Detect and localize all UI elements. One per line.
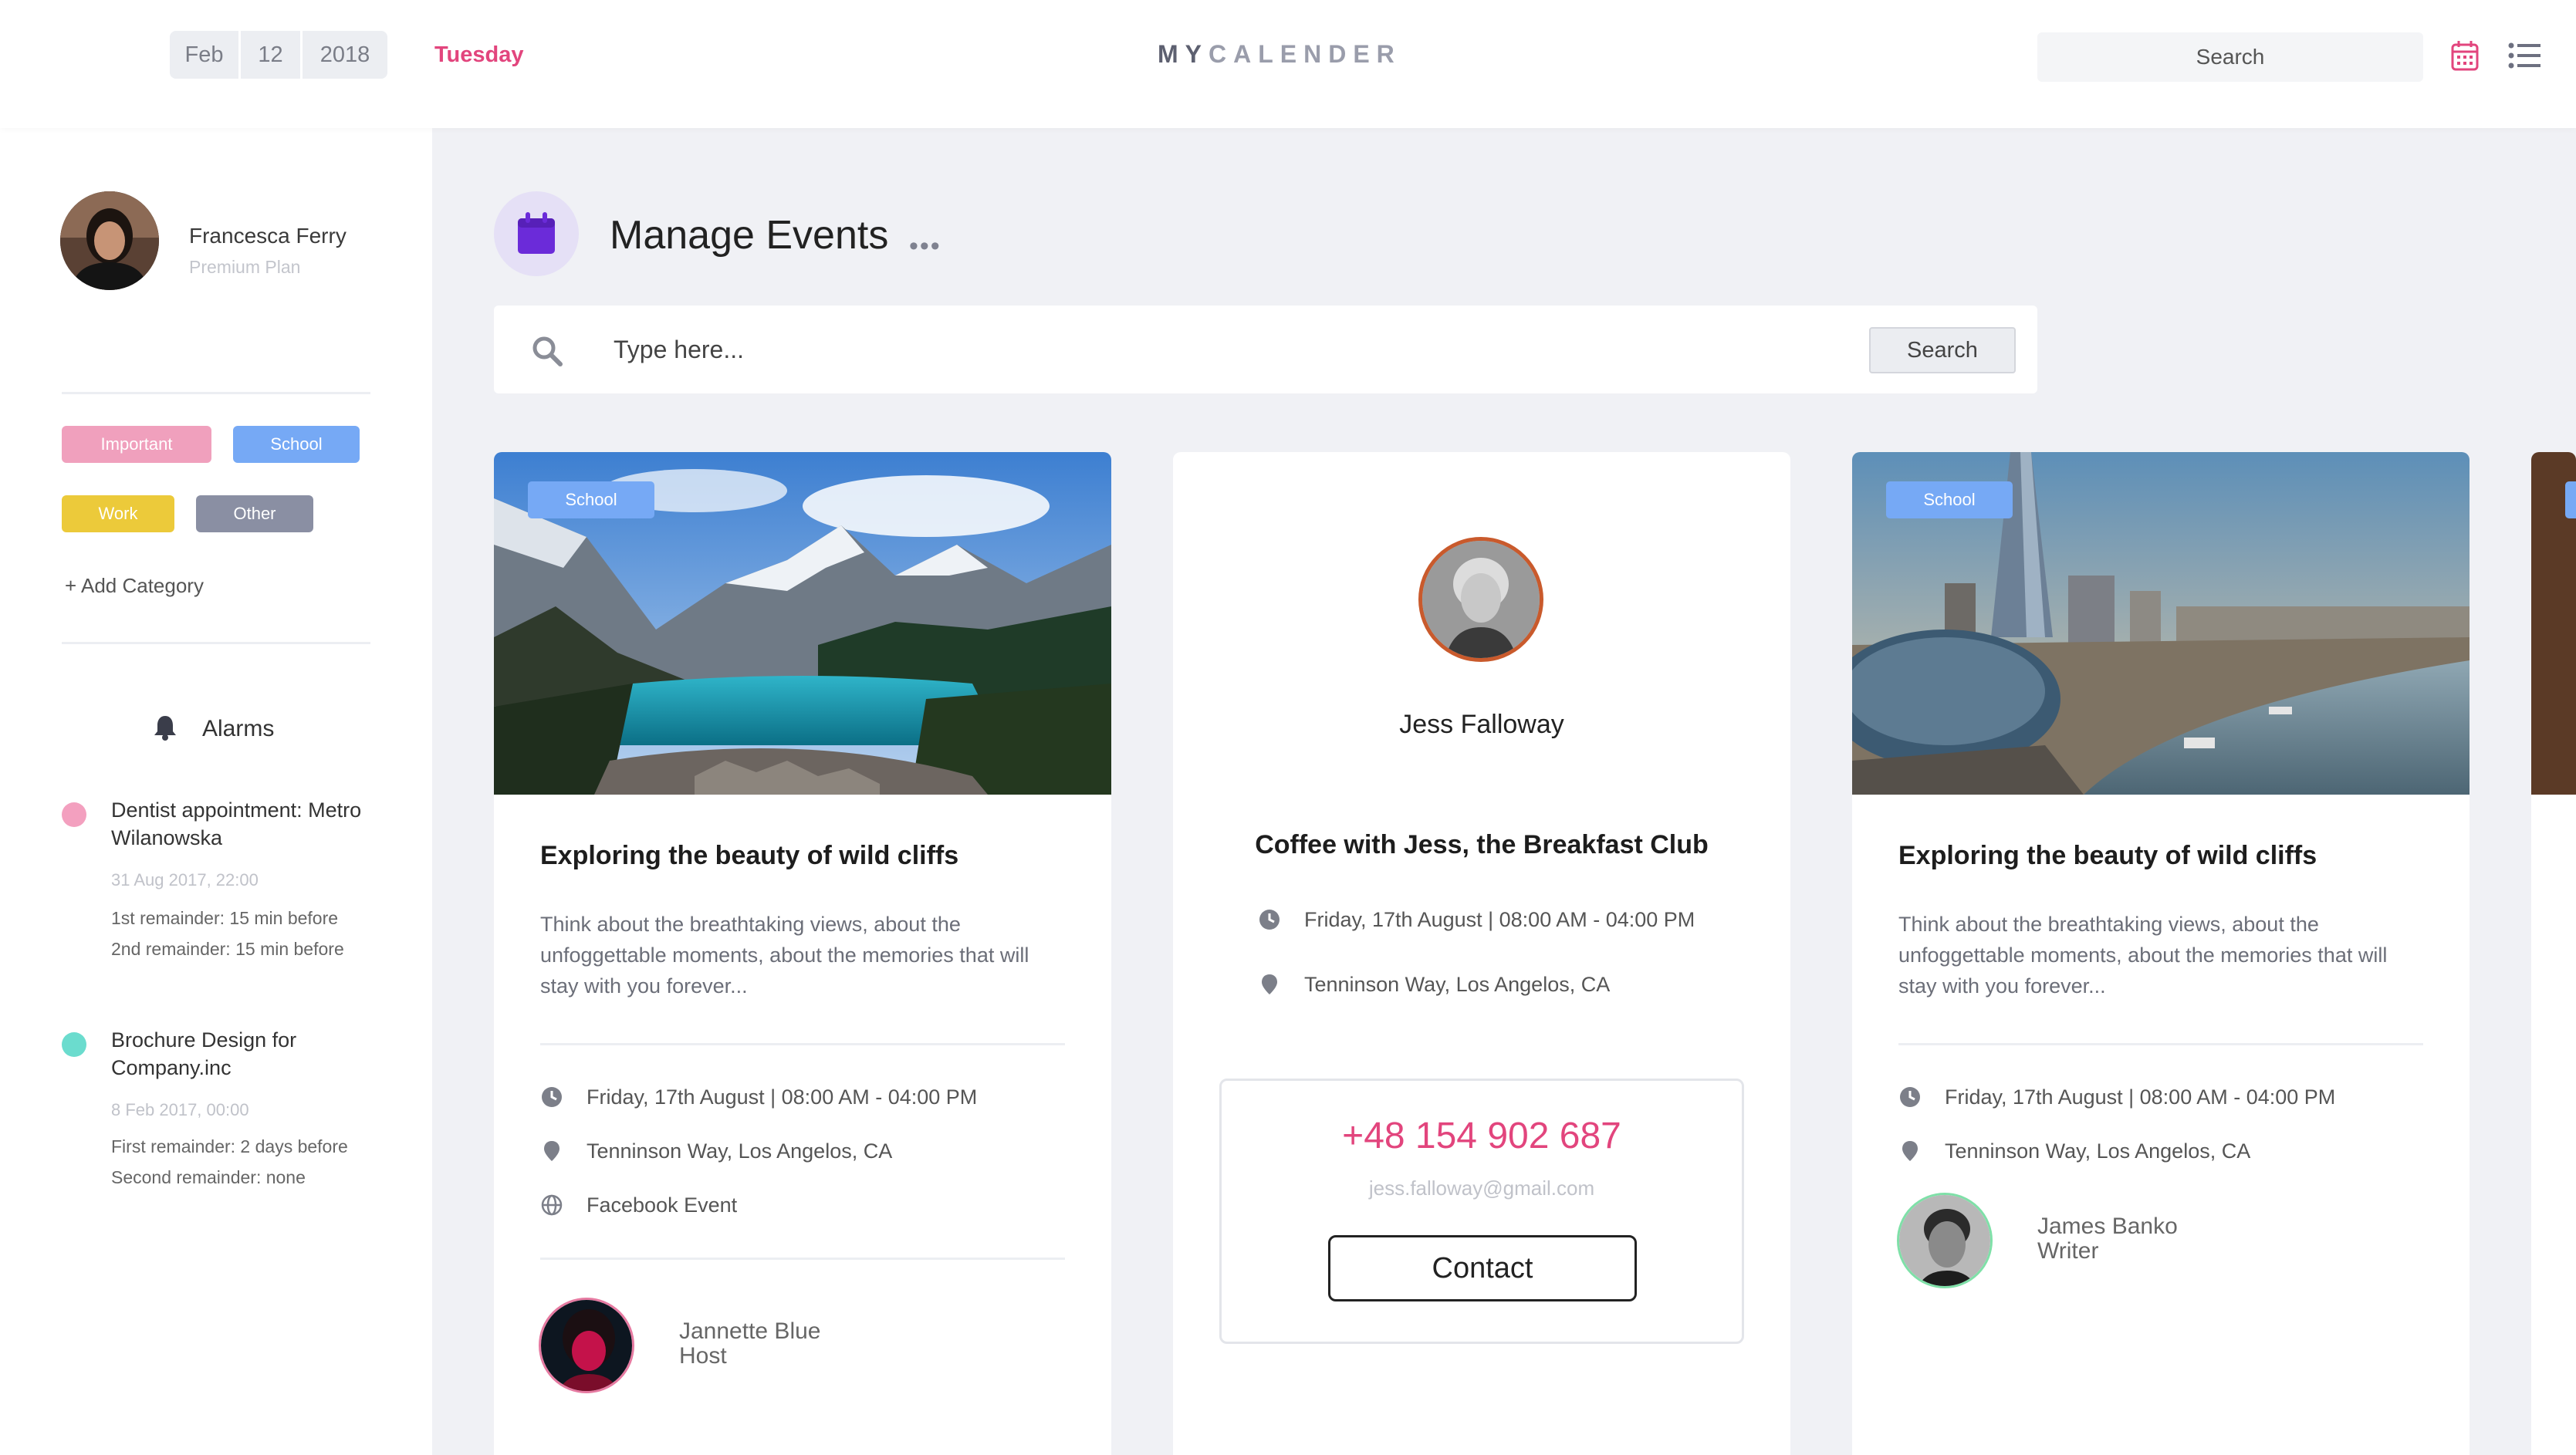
bell-icon (154, 716, 176, 741)
location-pin-icon (1262, 974, 1277, 994)
card-divider (540, 1258, 1065, 1260)
contact-button[interactable]: Contact (1328, 1235, 1637, 1301)
contact-box: +48 154 902 687 jess.falloway@gmail.com … (1219, 1079, 1744, 1344)
event-location: Tenninson Way, Los Angelos, CA (1304, 972, 1611, 996)
event-location-row: Tenninson Way, Los Angelos, CA (1898, 1136, 2250, 1166)
search-button[interactable]: Search (1869, 327, 2016, 373)
alarm-title[interactable]: Dentist appointment: Metro Wilanowska (111, 796, 374, 852)
location-pin-icon (544, 1141, 559, 1161)
category-important[interactable]: Important (62, 426, 211, 463)
contact-name: Jess Falloway (1399, 710, 1564, 739)
event-card[interactable]: School Exploring the beauty of wild clif… (494, 452, 1111, 1455)
category-tag[interactable]: School (528, 481, 654, 518)
host-avatar[interactable] (539, 1298, 634, 1393)
top-bar: Feb 12 2018 Tuesday MYCALENDER Search (0, 0, 2576, 128)
event-location-row: Tenninson Way, Los Angelos, CA (1258, 969, 1610, 1000)
header-search-box[interactable]: Search (2037, 32, 2423, 82)
manage-events-badge (494, 191, 579, 276)
clock-icon (542, 1087, 562, 1107)
page-title: Manage Events (610, 213, 889, 258)
event-time-row: Friday, 17th August | 08:00 AM - 04:00 P… (1258, 904, 1695, 935)
alarm-reminder: Second remainder: none (111, 1167, 306, 1187)
add-category-link[interactable]: + Add Category (65, 574, 204, 598)
calendar-icon[interactable] (2451, 40, 2479, 71)
event-title[interactable]: Exploring the beauty of wild cliffs (1898, 841, 2317, 871)
event-description: Think about the breathtaking views, abou… (540, 913, 1029, 998)
event-time: Friday, 17th August | 08:00 AM - 04:00 P… (587, 1085, 978, 1109)
host-role: Host (679, 1343, 727, 1369)
calendar-icon (518, 212, 555, 254)
event-search-bar: Search (494, 306, 2037, 393)
alarms-title: Alarms (202, 716, 275, 741)
contact-email[interactable]: jess.falloway@gmail.com (1222, 1176, 1742, 1200)
sidebar-divider (62, 642, 370, 644)
event-title[interactable]: Coffee with Jess, the Breakfast Club (1173, 830, 1790, 860)
location-pin-icon (1902, 1141, 1918, 1161)
sidebar-divider (62, 392, 370, 394)
card-divider (1898, 1043, 2423, 1045)
list-icon[interactable] (2508, 42, 2541, 69)
contact-card[interactable]: Jess Falloway Coffee with Jess, the Brea… (1173, 452, 1790, 1455)
alarm-reminder: First remainder: 2 days before (111, 1136, 348, 1156)
clock-icon (1900, 1087, 1920, 1107)
event-location-row: Tenninson Way, Los Angelos, CA (540, 1136, 892, 1166)
event-image: School (494, 452, 1111, 795)
alarm-dot (62, 1032, 86, 1057)
event-card-partial[interactable] (2531, 452, 2576, 1455)
writer-name: James Banko (2037, 1214, 2178, 1239)
event-location: Tenninson Way, Los Angelos, CA (1945, 1139, 2251, 1163)
brand-light: CALENDER (1209, 40, 1401, 68)
more-options-button[interactable]: ••• (909, 231, 941, 262)
day-field[interactable]: 12 (241, 31, 303, 79)
category-other[interactable]: Other (196, 495, 313, 532)
month-field[interactable]: Feb (170, 31, 241, 79)
user-name: Francesca Ferry (189, 224, 347, 248)
event-link[interactable]: Facebook Event (587, 1193, 737, 1217)
clock-icon (1259, 910, 1280, 930)
category-tag[interactable]: School (1886, 481, 2013, 518)
search-input[interactable] (614, 306, 1540, 393)
category-tag[interactable] (2565, 481, 2576, 518)
globe-icon (541, 1194, 563, 1216)
event-time-row: Friday, 17th August | 08:00 AM - 04:00 P… (1898, 1082, 2335, 1112)
date-selector[interactable]: Feb 12 2018 (170, 31, 387, 79)
contact-avatar[interactable] (1418, 537, 1543, 662)
brand-bold: MY (1158, 40, 1209, 68)
event-title[interactable]: Exploring the beauty of wild cliffs (540, 841, 958, 871)
search-icon (532, 336, 563, 366)
app-logo: MYCALENDER (1158, 40, 1401, 69)
category-school[interactable]: School (233, 426, 360, 463)
event-location: Tenninson Way, Los Angelos, CA (587, 1139, 893, 1163)
card-divider (540, 1043, 1065, 1045)
host-name: Jannette Blue (679, 1318, 821, 1344)
weekday-label: Tuesday (434, 42, 524, 67)
event-description: Think about the breathtaking views, abou… (1898, 913, 2388, 998)
event-time-row: Friday, 17th August | 08:00 AM - 04:00 P… (540, 1082, 977, 1112)
writer-role: Writer (2037, 1238, 2099, 1264)
alarm-title[interactable]: Brochure Design for Company.inc (111, 1026, 374, 1082)
event-time: Friday, 17th August | 08:00 AM - 04:00 P… (1945, 1085, 2336, 1109)
category-work[interactable]: Work (62, 495, 174, 532)
event-link-row[interactable]: Facebook Event (540, 1190, 737, 1220)
event-image: School (1852, 452, 2470, 795)
writer-avatar[interactable] (1897, 1193, 1993, 1288)
alarm-reminder: 2nd remainder: 15 min before (111, 939, 344, 959)
alarm-dot (62, 802, 86, 827)
alarm-reminder: 1st remainder: 15 min before (111, 908, 339, 928)
user-avatar[interactable] (60, 191, 159, 290)
contact-phone[interactable]: +48 154 902 687 (1222, 1115, 1742, 1157)
alarm-date: 8 Feb 2017, 00:00 (111, 1100, 249, 1119)
year-field[interactable]: 2018 (303, 31, 387, 79)
sidebar: Francesca Ferry Premium Plan Important S… (0, 128, 432, 1455)
user-plan: Premium Plan (189, 257, 301, 277)
event-card[interactable]: School Exploring the beauty of wild clif… (1852, 452, 2470, 1455)
alarm-date: 31 Aug 2017, 22:00 (111, 870, 259, 890)
event-time: Friday, 17th August | 08:00 AM - 04:00 P… (1304, 907, 1695, 931)
